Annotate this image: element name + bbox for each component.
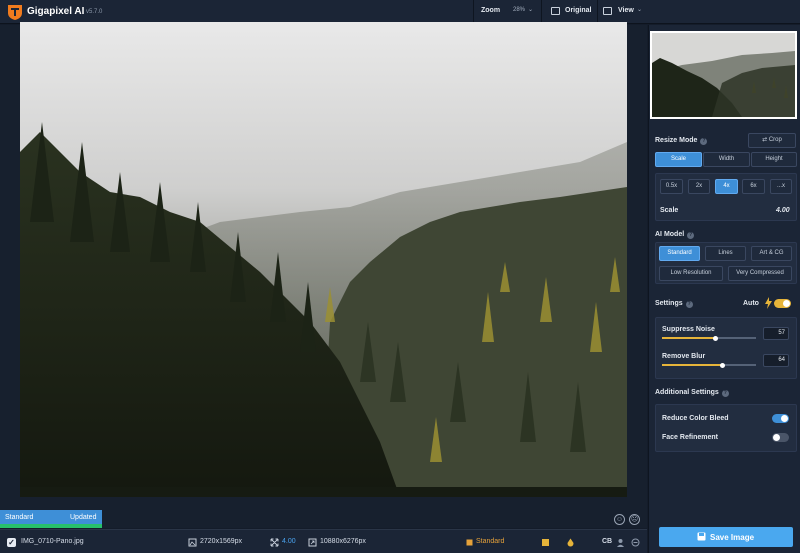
face-smile-icon[interactable]: ☺ xyxy=(614,514,625,525)
model-status-name: Standard xyxy=(5,514,34,521)
app-logo-icon xyxy=(8,5,22,20)
zoom-label: Zoom xyxy=(481,7,501,14)
face-refinement-label: Face Refinement xyxy=(662,434,719,441)
scale-value[interactable]: 4.00 xyxy=(776,207,790,214)
scale-arrows-icon xyxy=(270,538,279,547)
save-disk-icon xyxy=(697,532,706,541)
file-model: Standard xyxy=(476,538,505,545)
suppress-noise-input[interactable]: 57 xyxy=(763,327,789,340)
original-label: Original xyxy=(565,7,592,14)
remove-blur-knob[interactable] xyxy=(720,362,725,368)
scale-label: Scale xyxy=(660,207,679,214)
scale-option-custom[interactable]: ...x xyxy=(770,179,792,194)
toggle-knob xyxy=(781,415,788,422)
face-person-icon[interactable] xyxy=(616,538,625,547)
model-option-very-compressed[interactable]: Very Compressed xyxy=(728,266,792,281)
lightning-icon xyxy=(765,297,772,309)
chevron-down-icon: ⌄ xyxy=(637,7,643,13)
remove-circle-icon[interactable] xyxy=(631,538,640,547)
app-title: Gigapixel AI xyxy=(27,6,85,17)
app-version: v5.7.0 xyxy=(86,9,103,15)
navigator-thumbnail[interactable] xyxy=(650,31,797,119)
toolbar-divider xyxy=(541,0,542,24)
reduce-color-bleed-label: Reduce Color Bleed xyxy=(662,415,729,422)
resize-mode-title: Resize Mode? xyxy=(655,137,708,145)
model-chip-icon xyxy=(466,539,473,546)
additional-settings-title: Additional Settings? xyxy=(655,389,729,397)
remove-blur-fill xyxy=(662,364,722,366)
view-button[interactable]: View ⌄ xyxy=(603,4,645,20)
settings-title: Settings? xyxy=(655,300,693,308)
scale-option-0-5x[interactable]: 0.5x xyxy=(660,179,683,194)
thumbnail-photo xyxy=(652,33,795,117)
scale-option-6x[interactable]: 6x xyxy=(742,179,765,194)
auto-toggle[interactable] xyxy=(774,299,791,308)
output-size-icon xyxy=(308,538,317,547)
suppress-noise-label: Suppress Noise xyxy=(662,326,715,333)
help-icon[interactable]: ? xyxy=(700,138,708,145)
help-icon[interactable]: ? xyxy=(687,232,695,239)
face-refinement-toggle[interactable] xyxy=(772,433,789,442)
toolbar-divider xyxy=(597,0,598,24)
scale-option-2x[interactable]: 2x xyxy=(688,179,710,194)
view-icon xyxy=(603,7,612,15)
scale-option-4x[interactable]: 4x xyxy=(715,179,738,194)
crop-button[interactable]: ⇄ Crop xyxy=(748,133,796,148)
remove-blur-label: Remove Blur xyxy=(662,353,706,360)
model-option-low-resolution[interactable]: Low Resolution xyxy=(659,266,723,281)
face-frown-icon[interactable]: ☹ xyxy=(629,514,640,525)
blur-drop-icon[interactable] xyxy=(566,538,575,547)
ai-model-title: AI Model? xyxy=(655,231,695,239)
chevron-down-icon[interactable]: ⌄ xyxy=(528,6,533,13)
toggle-knob xyxy=(773,434,780,441)
scale-factor: 4.00 xyxy=(282,538,296,545)
preview-image[interactable] xyxy=(20,22,627,497)
output-dimensions: 10880x6276px xyxy=(320,538,366,545)
forest-mist-photo xyxy=(20,22,627,497)
crop-icon: ⇄ xyxy=(762,137,769,143)
processing-progress-bar xyxy=(0,524,102,528)
help-icon[interactable]: ? xyxy=(685,301,693,308)
tab-scale[interactable]: Scale xyxy=(655,152,702,167)
model-option-standard[interactable]: Standard xyxy=(659,246,700,261)
top-bar xyxy=(0,0,800,24)
model-status-text: Updated xyxy=(70,514,97,521)
model-option-lines[interactable]: Lines xyxy=(705,246,746,261)
suppress-noise-fill xyxy=(662,337,715,339)
source-dimensions: 2720x1569px xyxy=(200,538,243,545)
toolbar-divider xyxy=(473,0,474,24)
image-size-icon xyxy=(188,538,197,547)
help-icon[interactable]: ? xyxy=(721,390,729,397)
color-bleed-label: CB xyxy=(602,538,613,545)
view-label: View xyxy=(618,7,634,14)
reduce-color-bleed-toggle[interactable] xyxy=(772,414,789,423)
zoom-select[interactable]: 28% xyxy=(513,7,525,13)
tab-height[interactable]: Height xyxy=(751,152,797,167)
additional-settings-box xyxy=(655,404,797,452)
model-option-art-cg[interactable]: Art & CG xyxy=(751,246,792,261)
original-button[interactable]: Original xyxy=(551,4,591,20)
file-select-checkbox[interactable]: ✓ xyxy=(7,538,16,547)
tab-width[interactable]: Width xyxy=(703,152,750,167)
file-name: IMG_0710-Pano.jpg xyxy=(21,538,84,545)
save-image-label: Save Image xyxy=(710,533,755,542)
remove-blur-input[interactable]: 64 xyxy=(763,354,789,367)
auto-label: Auto xyxy=(743,300,759,307)
noise-icon[interactable] xyxy=(541,538,550,547)
suppress-noise-knob[interactable] xyxy=(713,335,718,341)
toggle-knob xyxy=(783,300,790,307)
original-icon xyxy=(551,7,560,15)
